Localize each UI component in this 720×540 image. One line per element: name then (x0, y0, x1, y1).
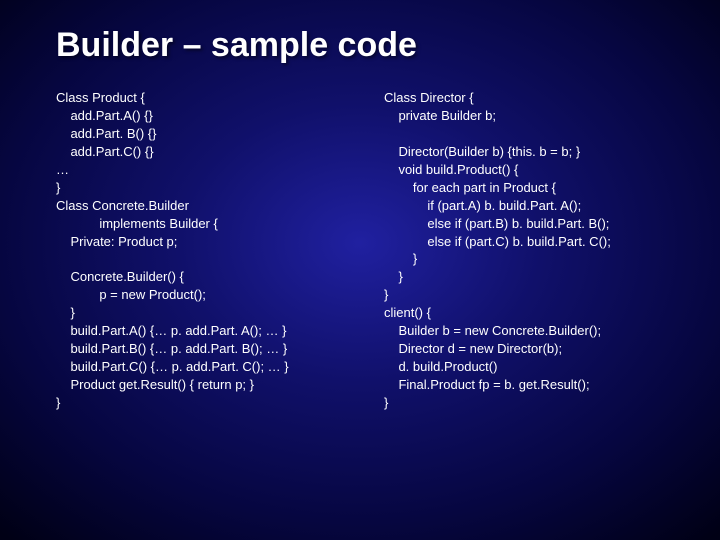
code-columns: Class Product { add.Part.A() {} add.Part… (56, 89, 692, 412)
slide-title: Builder – sample code (56, 26, 692, 65)
left-code-block: Class Product { add.Part.A() {} add.Part… (56, 89, 366, 412)
slide: Builder – sample code Class Product { ad… (0, 0, 720, 540)
right-code-block: Class Director { private Builder b; Dire… (384, 89, 692, 412)
